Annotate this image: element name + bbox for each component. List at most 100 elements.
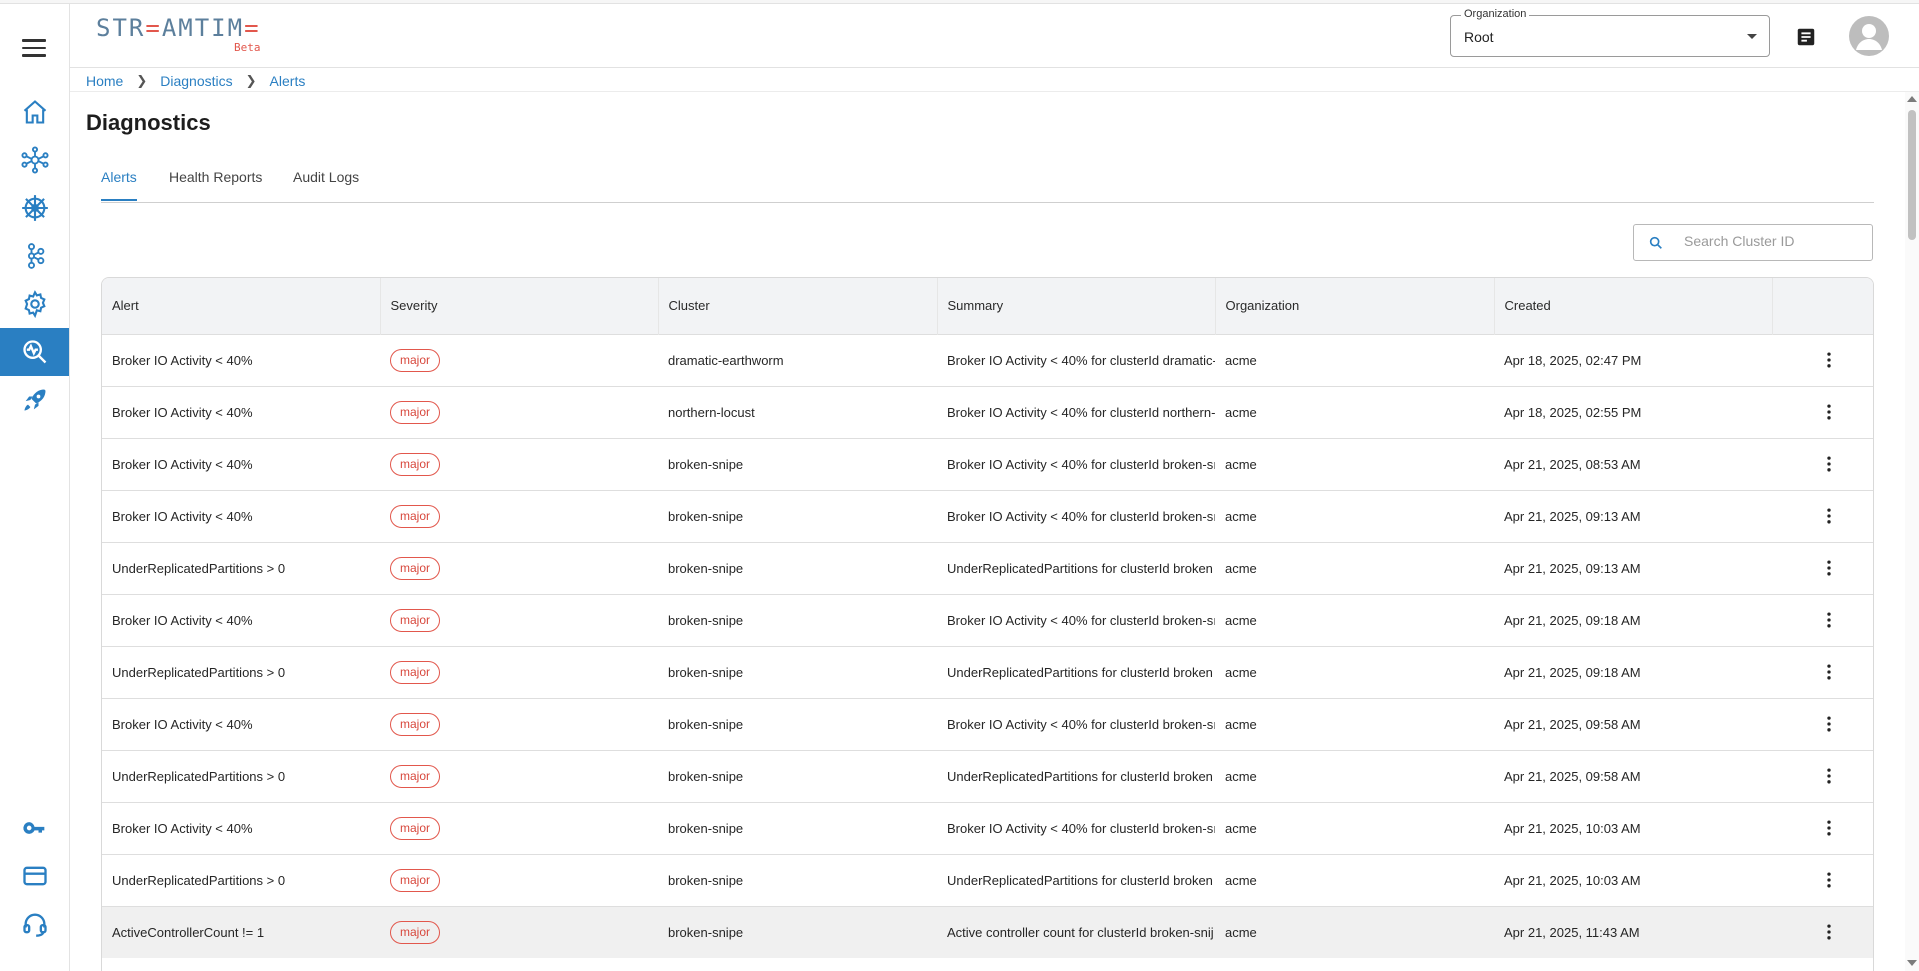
column-header-severity[interactable]: Severity (380, 278, 659, 334)
column-header-organization[interactable]: Organization (1215, 278, 1495, 334)
cell-cluster: broken-snipe (668, 820, 744, 836)
table-row[interactable]: Broker IO Activity < 40% major broken-snip… (102, 490, 1873, 542)
sidebar-item-topology[interactable] (0, 232, 69, 280)
organization-select[interactable]: Organization Root (1450, 8, 1770, 57)
sidebar-item-api-keys[interactable] (0, 804, 69, 852)
scroll-down-arrow-icon[interactable] (1907, 960, 1917, 966)
tab-alerts[interactable]: Alerts (101, 169, 137, 201)
table-header-row: Alert Severity Cluster Summary Organizat… (102, 278, 1873, 334)
table-row[interactable]: ActiveControllerCount != 1 major broken-sn… (102, 906, 1873, 958)
tab-audit-logs[interactable]: Audit Logs (293, 169, 359, 199)
breadcrumb-diagnostics[interactable]: Diagnostics (160, 73, 232, 89)
severity-badge: major (390, 608, 441, 632)
table-row[interactable]: UnderReplicatedPartitions > 0 major broken… (102, 750, 1873, 802)
sidebar-item-billing[interactable] (0, 852, 69, 900)
severity-badge: major (390, 504, 441, 528)
tab-health-reports[interactable]: Health Reports (169, 169, 262, 199)
search-input[interactable] (1684, 233, 1864, 249)
cell-severity: major (380, 698, 658, 750)
table-row[interactable]: UnderReplicatedPartitions > 0 major broken… (102, 542, 1873, 594)
severity-badge: major (390, 452, 441, 476)
row-actions-button[interactable] (1772, 594, 1873, 646)
row-actions-button[interactable] (1772, 438, 1873, 490)
cell-severity: major (380, 594, 658, 646)
page-title: Diagnostics (86, 110, 211, 135)
row-actions-button[interactable] (1772, 906, 1873, 958)
cell-organization: acme (1225, 872, 1257, 888)
row-actions-button[interactable] (1772, 750, 1873, 802)
severity-badge: major (390, 712, 441, 736)
cell-organization: acme (1225, 404, 1257, 420)
diagnostics-search-icon (22, 340, 46, 364)
table-row[interactable]: Broker IO Activity < 40% major broken-snip… (102, 594, 1873, 646)
severity-badge: major (390, 660, 441, 684)
cell-summary: Broker IO Activity < 40% for clusterId b… (947, 820, 1215, 836)
chevron-right-icon: ❯ (136, 73, 148, 88)
network-icon (20, 146, 49, 174)
support-headset-icon (22, 913, 47, 937)
cell-summary: Broker IO Activity < 40% for clusterId n… (947, 404, 1215, 420)
cell-created: Apr 21, 2025, 10:03 AM (1504, 872, 1641, 888)
breadcrumb-home[interactable]: Home (86, 73, 123, 89)
top-app-bar: STR=AMTIM= Beta Organization Root (70, 4, 1919, 68)
table-row[interactable]: Broker IO Activity < 40% major broken-snip… (102, 698, 1873, 750)
sidebar-item-support[interactable] (0, 900, 69, 948)
row-actions-button[interactable] (1772, 854, 1873, 906)
table-row[interactable]: UnderReplicatedPartitions > 0 major broken… (102, 646, 1873, 698)
chevron-right-icon: ❯ (245, 73, 257, 88)
gear-icon (23, 290, 46, 318)
column-header-created[interactable]: Created (1494, 278, 1773, 334)
row-actions-button[interactable] (1772, 698, 1873, 750)
table-row[interactable]: UnderReplicatedPartitions > 0 major broken… (102, 854, 1873, 906)
breadcrumb-alerts[interactable]: Alerts (270, 73, 306, 89)
scrollbar-thumb[interactable] (1908, 110, 1916, 240)
cell-summary: Broker IO Activity < 40% for clusterId b… (947, 456, 1215, 472)
severity-badge: major (390, 816, 441, 840)
menu-icon[interactable] (22, 39, 46, 57)
table-row[interactable]: Broker IO Activity < 40% major broken-snip… (102, 802, 1873, 854)
scroll-up-arrow-icon[interactable] (1907, 96, 1917, 102)
severity-badge: major (390, 764, 441, 788)
table-row[interactable]: Broker IO Activity < 40% major northern-lo… (102, 386, 1873, 438)
avatar[interactable] (1849, 16, 1889, 56)
sidebar (0, 4, 70, 971)
cell-cluster: broken-snipe (668, 456, 744, 472)
sidebar-item-settings[interactable] (0, 280, 69, 328)
more-vertical-icon (1826, 560, 1831, 576)
more-vertical-icon (1826, 820, 1831, 836)
cell-organization: acme (1225, 716, 1257, 732)
cell-organization: acme (1225, 456, 1257, 472)
key-icon (22, 822, 44, 834)
logo-text: STR=AMTIM= (96, 14, 261, 42)
table-row[interactable]: Broker IO Activity < 40% major dramatic-ea… (102, 334, 1873, 386)
row-actions-button[interactable] (1772, 802, 1873, 854)
sidebar-item-kubernetes[interactable] (0, 184, 69, 232)
row-actions-button[interactable] (1772, 542, 1873, 594)
cell-alert: Broker IO Activity < 40% (112, 612, 253, 628)
column-header-cluster[interactable]: Cluster (658, 278, 938, 334)
cell-severity: major (380, 854, 658, 906)
cell-severity: major (380, 334, 658, 386)
row-actions-button[interactable] (1772, 386, 1873, 438)
severity-badge: major (390, 920, 441, 944)
column-header-alert[interactable]: Alert (102, 278, 381, 334)
sidebar-item-network[interactable] (0, 136, 69, 184)
document-icon[interactable] (1795, 26, 1817, 48)
cell-summary: Broker IO Activity < 40% for clusterId b… (947, 612, 1215, 628)
search-box[interactable] (1633, 224, 1873, 261)
sidebar-item-deploy[interactable] (0, 376, 69, 424)
user-icon (1856, 24, 1882, 50)
cell-created: Apr 21, 2025, 09:58 AM (1504, 716, 1641, 732)
more-vertical-icon (1826, 664, 1831, 680)
table-row[interactable]: Broker IO Activity < 40% major broken-snip… (102, 438, 1873, 490)
cell-organization: acme (1225, 768, 1257, 784)
row-actions-button[interactable] (1772, 490, 1873, 542)
row-actions-button[interactable] (1772, 334, 1873, 386)
row-actions-button[interactable] (1772, 646, 1873, 698)
streamtime-logo[interactable]: STR=AMTIM= Beta (96, 14, 261, 54)
sidebar-item-home[interactable] (0, 88, 69, 136)
sidebar-item-diagnostics[interactable] (0, 328, 69, 376)
column-header-summary[interactable]: Summary (937, 278, 1216, 334)
logo-beta-label: Beta (234, 41, 261, 54)
search-icon (1649, 236, 1662, 249)
